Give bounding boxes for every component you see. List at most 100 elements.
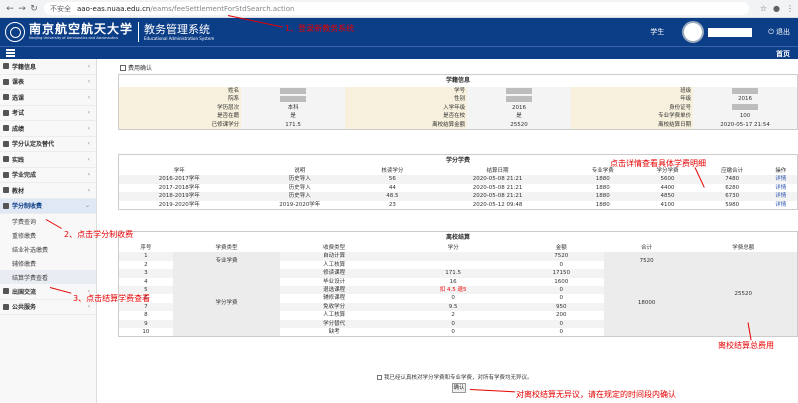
- main-content: 费用确认 学籍信息 姓名 学号 班级 院系 性别 年级 2016 学历层次 本科 入学年级 2016…: [118, 59, 798, 403]
- info-label: 学号: [344, 87, 468, 96]
- column-header: 学费总额: [732, 245, 755, 251]
- column-header: 说明: [239, 167, 360, 176]
- table-row: 2019-2020学年 2019-2020学年 23 2020-05-12 09:48…: [119, 200, 797, 210]
- sidebar-item-completion[interactable]: 学业完成 ‹: [0, 168, 96, 183]
- credit-icon: [3, 140, 9, 147]
- table-cell: 44: [359, 183, 425, 193]
- info-label: 院系: [119, 95, 242, 104]
- role-label: 学生: [650, 28, 665, 36]
- column-header: 核读学分: [359, 167, 425, 176]
- column-header: 学分: [447, 245, 459, 251]
- sidebar-item-label: 学籍信息: [12, 63, 37, 71]
- table-row: 2016-2017学年 历史导入 56 2020-05-08 21:21 1880 560…: [119, 175, 797, 184]
- forward-icon[interactable]: →: [16, 3, 28, 15]
- info-label: 离校结算金额: [344, 120, 468, 130]
- table-cell: 0: [518, 328, 604, 337]
- home-link[interactable]: 首页: [776, 49, 790, 59]
- sidebar-item-course-selection[interactable]: 选课 ‹: [0, 90, 96, 106]
- table-cell: 0: [387, 328, 519, 337]
- confirm-agreement[interactable]: 我已经认真核对学分学费和专业学费，对所有学费均无异议。: [377, 373, 533, 381]
- globe-icon: [3, 288, 9, 295]
- table-cell: 1880: [570, 175, 636, 184]
- table-cell: 0: [387, 319, 519, 329]
- more-icon[interactable]: ⋮: [786, 4, 794, 13]
- app-header: 南京航空航天大学 Nanjing University of Aeronauti…: [0, 18, 798, 46]
- sidebar-item-label: 学分认定及替代: [12, 141, 55, 149]
- table-cell: 23: [359, 200, 425, 210]
- info-value: 171.5: [241, 120, 345, 130]
- table-cell: 6280: [699, 183, 765, 193]
- sidebar-item-textbooks[interactable]: 教材 ‹: [0, 183, 96, 199]
- confirm-checkbox[interactable]: [377, 374, 382, 380]
- sidebar-item-label: 学业完成: [12, 172, 37, 180]
- details-link[interactable]: 详情: [764, 192, 797, 201]
- status-icon: [3, 63, 9, 70]
- table-cell: 7480: [699, 175, 765, 184]
- sidebar-sub-minor-fee[interactable]: 辅修缴费: [0, 256, 96, 270]
- sidebar-item-credit-recognition[interactable]: 学分认定及替代 ‹: [0, 137, 96, 152]
- annotation-settlement-view: 3、点击结算学费查看: [73, 294, 151, 303]
- sidebar-item-practice[interactable]: 实践 ‹: [0, 152, 96, 168]
- practice-icon: [3, 156, 9, 163]
- document-icon: [120, 64, 126, 71]
- chevron-left-icon: ‹: [87, 62, 90, 70]
- info-value: 是: [241, 112, 345, 121]
- table-cell: 0: [387, 294, 519, 303]
- info-value: [241, 95, 345, 104]
- user-name-redacted: [708, 27, 753, 37]
- table-cell: 56: [359, 175, 425, 184]
- back-icon[interactable]: ←: [4, 3, 16, 15]
- table-cell: 2020-05-08 21:21: [424, 192, 571, 201]
- info-value: [693, 103, 797, 113]
- fee-icon: [3, 202, 9, 209]
- table-cell: 10: [119, 328, 173, 337]
- table-cell: 2018-2019学年: [119, 192, 240, 201]
- table-cell: 缺考: [280, 328, 388, 337]
- avatar[interactable]: [682, 21, 705, 43]
- reload-icon[interactable]: ↻: [28, 3, 40, 15]
- table-cell: 16: [387, 277, 519, 287]
- breadcrumb-label: 费用确认: [128, 65, 153, 72]
- chevron-left-icon: ‹: [87, 303, 90, 311]
- university-name-en: Nanjing University of Aeronautics and As…: [29, 36, 118, 40]
- details-link[interactable]: 详情: [764, 175, 797, 184]
- table-cell: 2020-05-08 21:21: [424, 183, 571, 193]
- confirm-button[interactable]: 确认: [452, 383, 466, 393]
- menu-icon[interactable]: [6, 49, 15, 57]
- info-row: 学历层次 本科 入学年级 2016 身份证号: [119, 103, 797, 113]
- info-value: [693, 87, 797, 96]
- sidebar-item-grades[interactable]: 成绩 ‹: [0, 121, 96, 137]
- table-cell: 1880: [570, 200, 636, 210]
- table-cell: [387, 260, 519, 270]
- table-row: 1 专业学费 自动计算 7520 7520 25520: [119, 252, 797, 337]
- column-header: 学年: [119, 167, 240, 176]
- info-row: 是否在籍是是否在校是专业学费单价 100: [119, 112, 797, 121]
- profile-icon[interactable]: ●: [773, 4, 780, 13]
- details-link[interactable]: 详情: [764, 200, 797, 210]
- sidebar-item-exam[interactable]: 考试 ‹: [0, 106, 96, 121]
- sidebar-item-timetable[interactable]: 课表 ‹: [0, 75, 96, 90]
- details-link[interactable]: 详情: [764, 183, 797, 193]
- star-icon[interactable]: ☆: [760, 4, 767, 13]
- table-cell: 免收学分: [280, 302, 388, 312]
- sidebar-item-status[interactable]: 学籍信息 ‹: [0, 59, 96, 75]
- table-cell: 0: [518, 260, 604, 270]
- table-cell: [387, 252, 519, 261]
- table-cell: 5600: [635, 175, 700, 184]
- column-header: 收费类型: [323, 245, 346, 251]
- column-header: 金额: [555, 245, 567, 251]
- sidebar-sub-completion-fee[interactable]: 结业补选缴费: [0, 242, 96, 256]
- sidebar-item-credit-fees[interactable]: 学分制收费 ⌄: [0, 198, 96, 214]
- panel-title: 离校结算: [119, 232, 797, 244]
- table-cell: 9.5: [387, 302, 519, 312]
- sidebar-sub-settlement-view[interactable]: 结算学费查看: [0, 270, 96, 284]
- info-label: 入学年级: [344, 103, 468, 113]
- system-name-en: Educational Administration System: [144, 36, 215, 41]
- column-header: 序号: [140, 245, 152, 251]
- address-bar[interactable]: 不安全 aao-eas.nuaa.edu.cn /eams/feeSettlem…: [44, 2, 749, 15]
- annotation-login: 1、登录新教务系统: [285, 24, 355, 33]
- sidebar-item-label: 选课: [12, 94, 25, 102]
- logout-button[interactable]: ⏻ 退出: [768, 27, 790, 37]
- sidebar-item-label: 课表: [12, 79, 25, 87]
- info-value: 2016: [467, 103, 571, 113]
